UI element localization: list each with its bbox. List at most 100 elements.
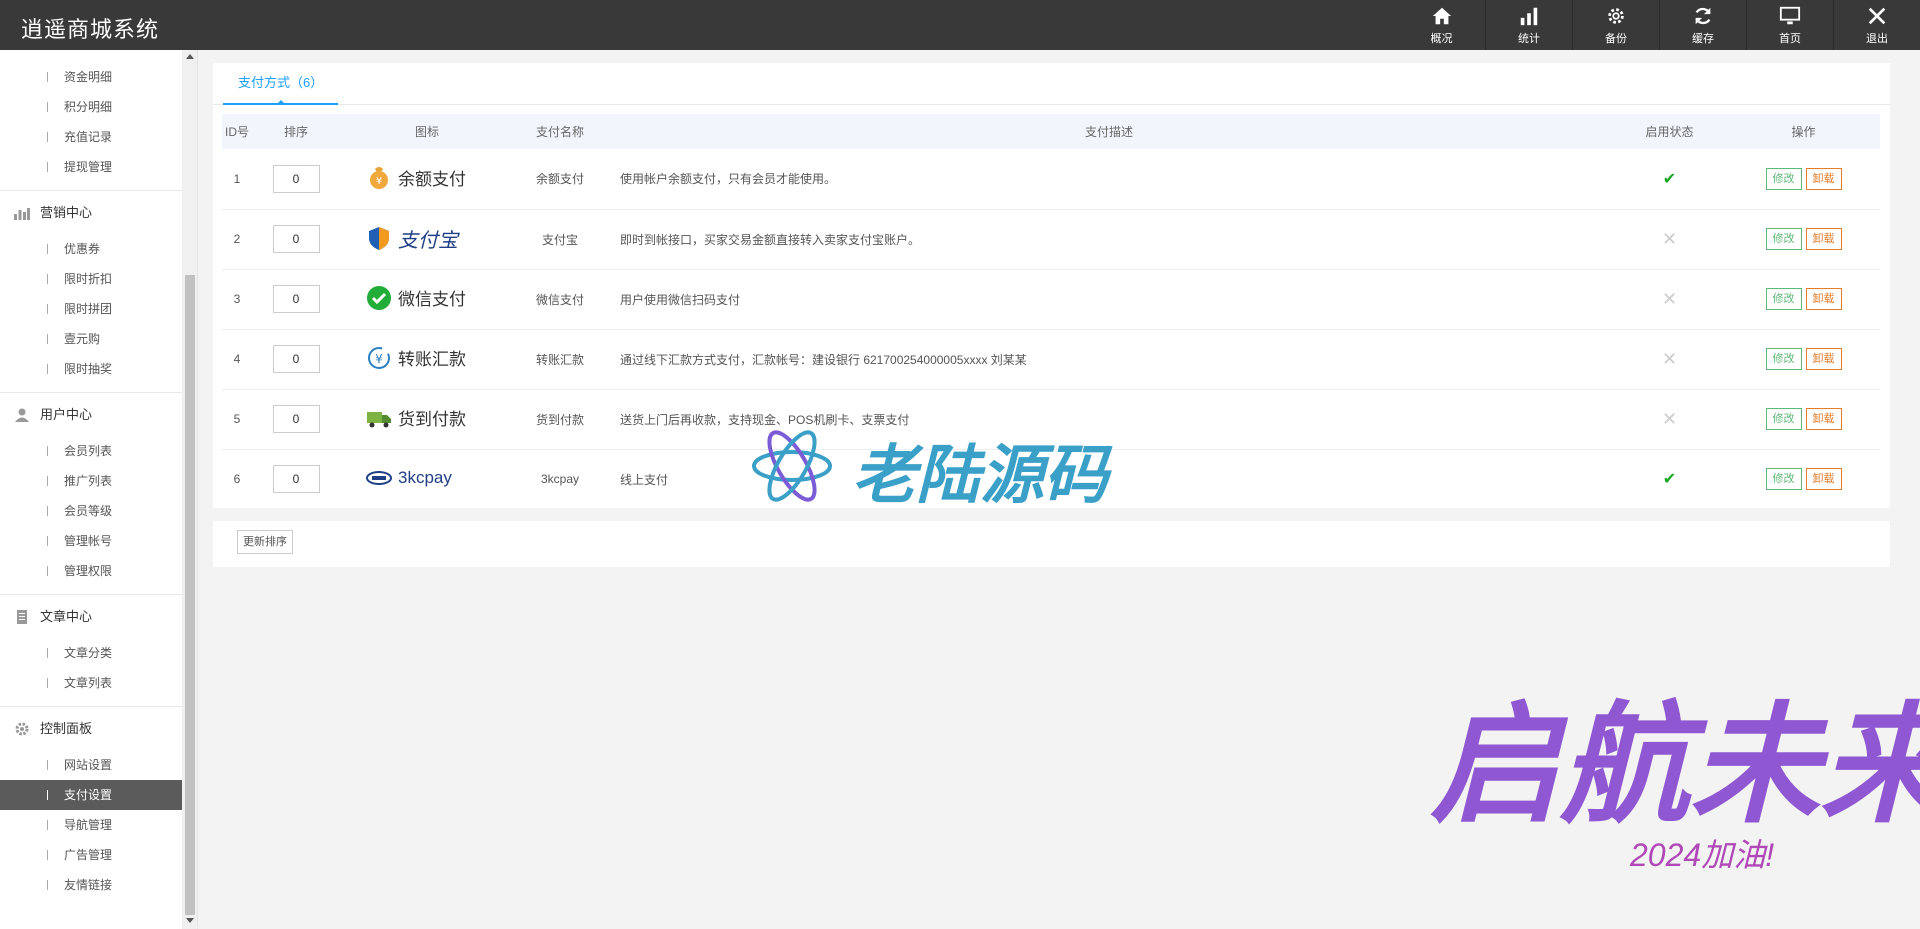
sidebar-item-funds[interactable]: 资金明细 [0,62,182,92]
home-icon [1432,7,1451,24]
payment-table: ID号 排序 图标 支付名称 支付描述 启用状态 操作 1 ¥ 余额支付 余额支… [222,114,1880,509]
sidebar-item-member-level[interactable]: 会员等级 [0,496,182,526]
sidebar-item-article-list[interactable]: 文章列表 [0,668,182,698]
sidebar-item-recharge[interactable]: 充值记录 [0,122,182,152]
edit-button[interactable]: 修改 [1765,228,1802,250]
uninstall-button[interactable]: 卸载 [1805,228,1842,250]
sort-input[interactable] [272,285,320,313]
nav-overview[interactable]: 概况 [1398,0,1485,50]
sidebar-item-discount[interactable]: 限时折扣 [0,264,182,294]
sidebar-item-admin-permissions[interactable]: 管理权限 [0,556,182,586]
uninstall-button[interactable]: 卸载 [1805,288,1842,310]
nav-logout[interactable]: 退出 [1833,0,1920,50]
check-icon[interactable]: ✔ [1663,171,1676,188]
group-label: 用户中心 [40,407,93,422]
tab-bar: 支付方式（6） [213,63,1890,105]
cell-name: 3kcpay [540,472,580,487]
sidebar-group-control-panel[interactable]: 控制面板 [0,706,182,750]
uninstall-button[interactable]: 卸载 [1805,167,1842,190]
chart-icon [14,208,30,220]
nav-backup[interactable]: 备份 [1572,0,1659,50]
edit-button[interactable]: 修改 [1765,348,1802,370]
sidebar-item-ads[interactable]: 广告管理 [0,840,182,870]
logo-text: 支付宝 [398,229,458,252]
close-icon [1868,7,1886,24]
edit-button[interactable]: 修改 [1765,468,1802,491]
wechat-icon [367,285,391,310]
check-icon[interactable]: ✔ [1663,471,1676,488]
actions-panel: 更新排序 [213,521,1890,567]
3kcpay-logo-icon [366,470,392,485]
sidebar-item-navigation[interactable]: 导航管理 [0,810,182,840]
nav-label: 退出 [1866,32,1888,45]
sidebar-group-marketing[interactable]: 营销中心 [0,190,182,234]
sidebar-group-users[interactable]: 用户中心 [0,392,182,436]
nav-stats[interactable]: 统计 [1485,0,1572,50]
uninstall-button[interactable]: 卸载 [1805,408,1842,430]
col-header-status: 启用状态 [1645,125,1694,139]
sort-input[interactable] [272,345,320,373]
sort-input[interactable] [272,164,320,193]
table-row: 6 3kcpay 3kcpay 线上支付 ✔ 修改卸载 [222,449,1880,509]
table-row: 1 ¥ 余额支付 余额支付 使用帐户余额支付，只有会员才能使用。 ✔ 修改卸载 [222,149,1880,209]
cell-id: 2 [233,232,241,246]
cross-icon[interactable]: ✕ [1662,289,1677,309]
payment-logo: 微信支付 [366,285,466,311]
sidebar-item-admin-accounts[interactable]: 管理帐号 [0,526,182,556]
top-nav: 概况 统计 备份 缓存 首页 退出 [1398,0,1920,50]
sort-input[interactable] [272,225,320,253]
col-header-sort: 排序 [283,125,308,139]
cross-icon[interactable]: ✕ [1662,349,1677,369]
sidebar-scrollbar[interactable] [182,50,198,929]
sidebar-item-payment-settings[interactable]: 支付设置 [0,780,182,810]
sidebar-item-coupon[interactable]: 优惠券 [0,234,182,264]
cell-id: 3 [233,292,241,306]
sidebar-group-articles[interactable]: 文章中心 [0,594,182,638]
nav-cache[interactable]: 缓存 [1659,0,1746,50]
cell-id: 1 [233,171,241,186]
payment-logo: ¥ 转账汇款 [366,345,466,371]
tab-payment-methods[interactable]: 支付方式（6） [223,63,339,105]
group-label: 控制面板 [40,721,93,736]
money-bag-icon: ¥ [370,167,388,190]
sort-input[interactable] [272,405,320,433]
cross-icon[interactable]: ✕ [1662,229,1677,249]
group-label: 营销中心 [40,205,93,220]
edit-button[interactable]: 修改 [1765,167,1802,190]
payment-logo: 货到付款 [366,405,466,431]
uninstall-button[interactable]: 卸载 [1805,348,1842,370]
sort-input[interactable] [272,465,320,494]
sidebar-item-members[interactable]: 会员列表 [0,436,182,466]
table-row: 4 ¥ 转账汇款 转账汇款 通过线下汇款方式支付，汇款帐号：建设银行 62170… [222,329,1880,389]
col-header-actions: 操作 [1791,125,1816,139]
sidebar-item-one-yuan[interactable]: 壹元购 [0,324,182,354]
sidebar-item-article-category[interactable]: 文章分类 [0,638,182,668]
sidebar-item-withdraw[interactable]: 提现管理 [0,152,182,182]
top-bar: 逍遥商城系统 概况 统计 备份 缓存 首页 退出 [0,0,1920,50]
sidebar-item-lottery[interactable]: 限时抽奖 [0,354,182,384]
update-sort-button[interactable]: 更新排序 [237,530,293,554]
user-icon [15,408,29,422]
nav-home[interactable]: 首页 [1746,0,1833,50]
deco-text: 启航未来 [1430,692,1920,838]
svg-text:¥: ¥ [375,352,383,366]
scroll-thumb[interactable] [185,275,195,915]
edit-button[interactable]: 修改 [1765,288,1802,310]
scroll-down-arrow-icon[interactable] [186,918,194,923]
col-header-name: 支付名称 [535,125,584,139]
sidebar-item-promotion[interactable]: 推广列表 [0,466,182,496]
cross-icon[interactable]: ✕ [1662,409,1677,429]
cell-id: 4 [233,352,241,366]
uninstall-button[interactable]: 卸载 [1805,468,1842,491]
payment-logo: 3kcpay [366,465,452,491]
sidebar-item-site-settings[interactable]: 网站设置 [0,750,182,780]
bar-chart-icon [1520,7,1538,25]
logo-text: 3kcpay [398,467,452,487]
sidebar-item-points[interactable]: 积分明细 [0,92,182,122]
sidebar-item-group-buy[interactable]: 限时拼团 [0,294,182,324]
nav-label: 缓存 [1692,32,1714,45]
scroll-up-arrow-icon[interactable] [186,54,194,59]
sidebar-item-links[interactable]: 友情链接 [0,870,182,900]
edit-button[interactable]: 修改 [1765,408,1802,430]
payment-logo: ¥ 余额支付 [366,164,466,190]
